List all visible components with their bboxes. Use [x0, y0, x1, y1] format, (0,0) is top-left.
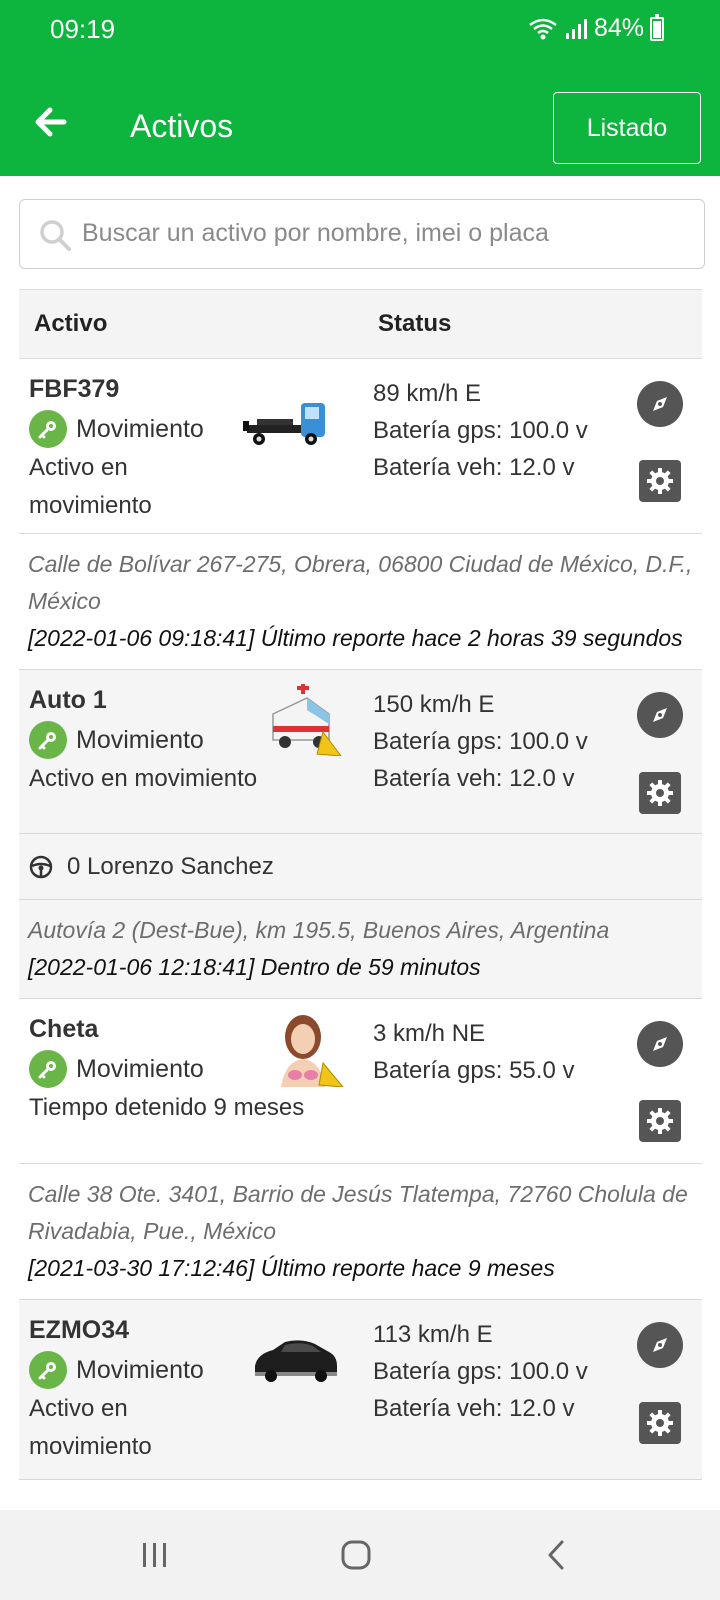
table-header: Activo Status — [19, 289, 702, 359]
battery-percent: 84% — [593, 14, 644, 42]
status-icons: 84% — [528, 13, 664, 43]
home-icon — [341, 1540, 371, 1570]
search-box — [19, 199, 705, 269]
asset-state-label: Movimiento — [76, 414, 204, 443]
steering-wheel-icon — [29, 855, 53, 878]
search-input[interactable] — [82, 200, 692, 266]
column-header-status: Status — [378, 310, 452, 337]
search-icon — [40, 220, 71, 251]
recent-apps-icon — [143, 1543, 166, 1567]
asset-description: Activo en movimiento — [29, 454, 152, 519]
asset-last-report: [2022-01-06 12:18:41] Dentro de 59 minut… — [28, 954, 481, 980]
gear-icon — [647, 780, 673, 806]
asset-name: FBF379 — [29, 375, 120, 403]
back-button[interactable] — [534, 1532, 580, 1578]
asset-state: Movimiento — [29, 410, 204, 448]
column-header-asset: Activo — [34, 310, 108, 337]
recent-apps-button[interactable] — [132, 1532, 178, 1578]
asset-state-label: Movimiento — [76, 1355, 204, 1384]
asset-row[interactable]: FBF379 Movimiento Activo en movimiento 8… — [19, 359, 702, 534]
asset-status: 150 km/h E Batería gps: 100.0 v Batería … — [373, 686, 588, 797]
asset-list: FBF379 Movimiento Activo en movimiento 8… — [19, 359, 702, 1509]
status-bar: 09:19 84% — [0, 0, 720, 64]
navigate-button[interactable] — [637, 692, 683, 738]
key-icon — [29, 1050, 67, 1088]
asset-state-label: Movimiento — [76, 725, 204, 754]
asset-name: Cheta — [29, 1015, 99, 1043]
asset-name: EZMO34 — [29, 1316, 130, 1344]
asset-gps-battery: Batería gps: 100.0 v — [373, 1358, 588, 1385]
asset-gps-battery: Batería gps: 100.0 v — [373, 728, 588, 755]
back-arrow-icon[interactable] — [30, 102, 70, 142]
signal-icon — [565, 18, 587, 39]
settings-button[interactable] — [639, 460, 681, 502]
asset-status: 89 km/h E Batería gps: 100.0 v Batería v… — [373, 375, 588, 486]
asset-vehicle-battery: Batería veh: 12.0 v — [373, 1395, 575, 1422]
status-time: 09:19 — [50, 14, 116, 44]
asset-last-report: [2022-01-06 09:18:41] Último reporte hac… — [28, 625, 683, 651]
compass-icon — [653, 1338, 667, 1352]
asset-vehicle-battery: Batería veh: 12.0 v — [373, 454, 575, 481]
key-icon — [29, 410, 67, 448]
asset-row[interactable]: Cheta Movimiento Tiempo detenido 9 meses… — [19, 999, 702, 1164]
compass-icon — [653, 708, 667, 722]
home-button[interactable] — [333, 1532, 379, 1578]
asset-address: Calle de Bolívar 267-275, Obrera, 06800 … — [28, 551, 693, 614]
car-icon — [255, 1340, 337, 1382]
asset-description: Tiempo detenido 9 meses — [29, 1094, 305, 1121]
asset-status: 113 km/h E Batería gps: 100.0 v Batería … — [373, 1316, 588, 1427]
compass-icon — [653, 1037, 667, 1051]
app-bar: Activos Listado — [0, 64, 720, 176]
asset-location-info: Autovía 2 (Dest-Bue), km 195.5, Buenos A… — [19, 900, 702, 999]
page-title: Activos — [130, 108, 234, 144]
asset-speed: 113 km/h E — [373, 1321, 493, 1348]
asset-row[interactable]: Auto 1 Movimiento Activo en movimiento 1… — [19, 670, 702, 834]
asset-gps-battery: Batería gps: 55.0 v — [373, 1057, 575, 1084]
asset-location-info: Calle de Bolívar 267-275, Obrera, 06800 … — [19, 534, 702, 670]
gear-icon — [647, 1108, 673, 1134]
asset-last-report: [2021-03-30 17:12:46] Último reporte hac… — [28, 1255, 555, 1281]
woman-icon — [281, 1015, 344, 1087]
settings-button[interactable] — [639, 1402, 681, 1444]
asset-state: Movimiento — [29, 1050, 204, 1088]
asset-status: 3 km/h NE Batería gps: 55.0 v — [373, 1015, 574, 1089]
key-icon — [29, 1351, 67, 1389]
battery-icon — [650, 13, 664, 41]
asset-state: Movimiento — [29, 1351, 204, 1389]
asset-name: Auto 1 — [29, 686, 107, 714]
tow-truck-icon — [243, 403, 325, 445]
key-icon — [29, 721, 67, 759]
asset-speed: 89 km/h E — [373, 380, 482, 407]
driver-name: 0 Lorenzo Sanchez — [67, 852, 274, 880]
gear-icon — [647, 468, 673, 494]
asset-state-label: Movimiento — [76, 1054, 204, 1083]
listado-button[interactable]: Listado — [553, 92, 701, 164]
chevron-left-icon — [548, 1540, 564, 1570]
compass-icon — [653, 397, 667, 411]
asset-address: Calle 38 Ote. 3401, Barrio de Jesús Tlat… — [28, 1181, 688, 1244]
asset-location-info: Calle 38 Ote. 3401, Barrio de Jesús Tlat… — [19, 1164, 702, 1300]
asset-speed: 3 km/h NE — [373, 1020, 486, 1047]
asset-description: Activo en movimiento — [29, 1395, 152, 1460]
asset-description: Activo en movimiento — [29, 765, 258, 792]
asset-speed: 150 km/h E — [373, 691, 495, 718]
wifi-icon — [529, 18, 557, 39]
settings-button[interactable] — [639, 1100, 681, 1142]
settings-button[interactable] — [639, 772, 681, 814]
gear-icon — [647, 1410, 673, 1436]
asset-row[interactable]: EZMO34 Movimiento Activo en movimiento 1… — [19, 1300, 702, 1480]
navigate-button[interactable] — [637, 1021, 683, 1067]
asset-vehicle-battery: Batería veh: 12.0 v — [373, 765, 575, 792]
ambulance-icon — [272, 684, 342, 756]
navigate-button[interactable] — [637, 381, 683, 427]
asset-state: Movimiento — [29, 721, 204, 759]
asset-address: Autovía 2 (Dest-Bue), km 195.5, Buenos A… — [28, 917, 610, 943]
asset-gps-battery: Batería gps: 100.0 v — [373, 417, 588, 444]
asset-driver: 0 Lorenzo Sanchez — [19, 834, 702, 900]
system-navigation-bar — [0, 1510, 720, 1600]
navigate-button[interactable] — [637, 1322, 683, 1368]
